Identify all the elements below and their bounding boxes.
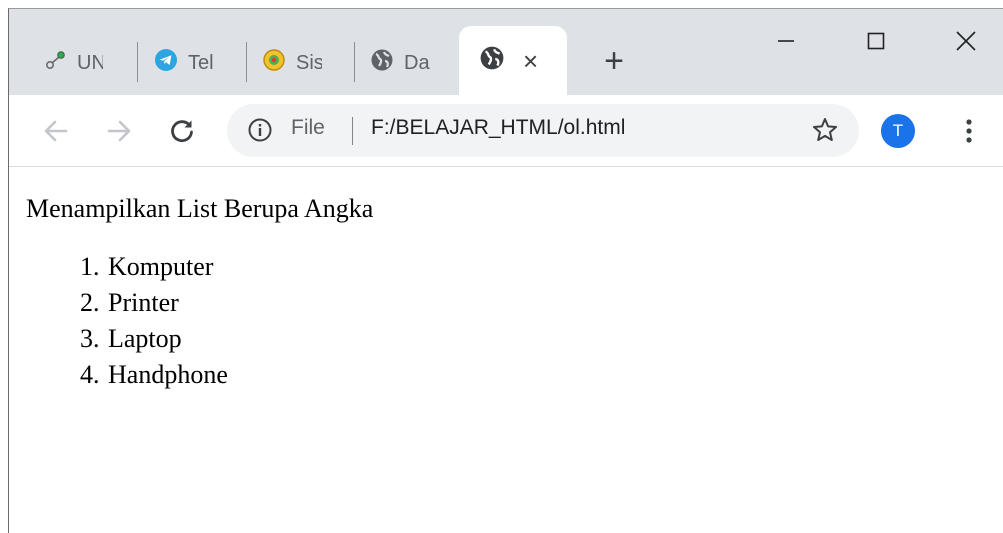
- globe-icon: [370, 48, 394, 78]
- tab-label: UN: [77, 51, 103, 74]
- minimize-button[interactable]: [761, 21, 811, 61]
- chip-divider: [352, 117, 353, 145]
- bookmark-star-icon[interactable]: [811, 116, 839, 149]
- list-item: Komputer: [106, 249, 228, 285]
- menu-button[interactable]: [954, 114, 984, 148]
- telegram-icon: [154, 48, 178, 78]
- list-item: Handphone: [106, 357, 228, 393]
- kebab-menu-icon: [966, 119, 972, 143]
- new-tab-button[interactable]: +: [598, 41, 630, 81]
- browser-window: UN Tel Sis: [8, 8, 1003, 533]
- page-content: Menampilkan List Berupa Angka Komputer P…: [9, 167, 1003, 533]
- close-window-button[interactable]: [941, 21, 991, 61]
- reload-icon: [171, 120, 193, 143]
- tab-active[interactable]: ×: [459, 26, 567, 95]
- link-nodes-icon: [45, 49, 67, 77]
- list-item: Laptop: [106, 321, 228, 357]
- reload-button[interactable]: [162, 111, 202, 151]
- tab-label: Sis: [296, 51, 322, 74]
- list-item: Printer: [106, 285, 228, 321]
- page-heading: Menampilkan List Berupa Angka: [26, 194, 374, 223]
- globe-icon: [479, 45, 505, 77]
- minimize-icon: [778, 40, 794, 42]
- ordered-list: Komputer Printer Laptop Handphone: [9, 249, 228, 393]
- back-button[interactable]: [36, 111, 76, 151]
- emblem-icon: [262, 48, 286, 78]
- tab-3[interactable]: Sis: [240, 44, 350, 82]
- close-tab-button[interactable]: ×: [523, 48, 538, 74]
- maximize-button[interactable]: [851, 21, 901, 61]
- security-chip[interactable]: File: [291, 116, 325, 140]
- maximize-icon: [867, 32, 885, 50]
- info-icon[interactable]: [247, 117, 273, 148]
- tab-4[interactable]: Da: [348, 44, 458, 82]
- tab-1[interactable]: UN: [23, 44, 143, 82]
- profile-avatar[interactable]: T: [881, 114, 915, 148]
- toolbar: File F:/BELAJAR_HTML/ol.html T: [9, 95, 1003, 167]
- address-bar[interactable]: File F:/BELAJAR_HTML/ol.html: [227, 104, 859, 157]
- tab-strip: UN Tel Sis: [9, 9, 1003, 95]
- tab-label: Da: [404, 51, 430, 74]
- tab-2[interactable]: Tel: [132, 44, 242, 82]
- forward-button[interactable]: [99, 111, 139, 151]
- tab-label: Tel: [188, 51, 214, 74]
- back-arrow-icon: [44, 120, 68, 142]
- close-icon: [956, 31, 976, 51]
- forward-arrow-icon: [107, 120, 131, 142]
- url-text[interactable]: F:/BELAJAR_HTML/ol.html: [371, 116, 625, 140]
